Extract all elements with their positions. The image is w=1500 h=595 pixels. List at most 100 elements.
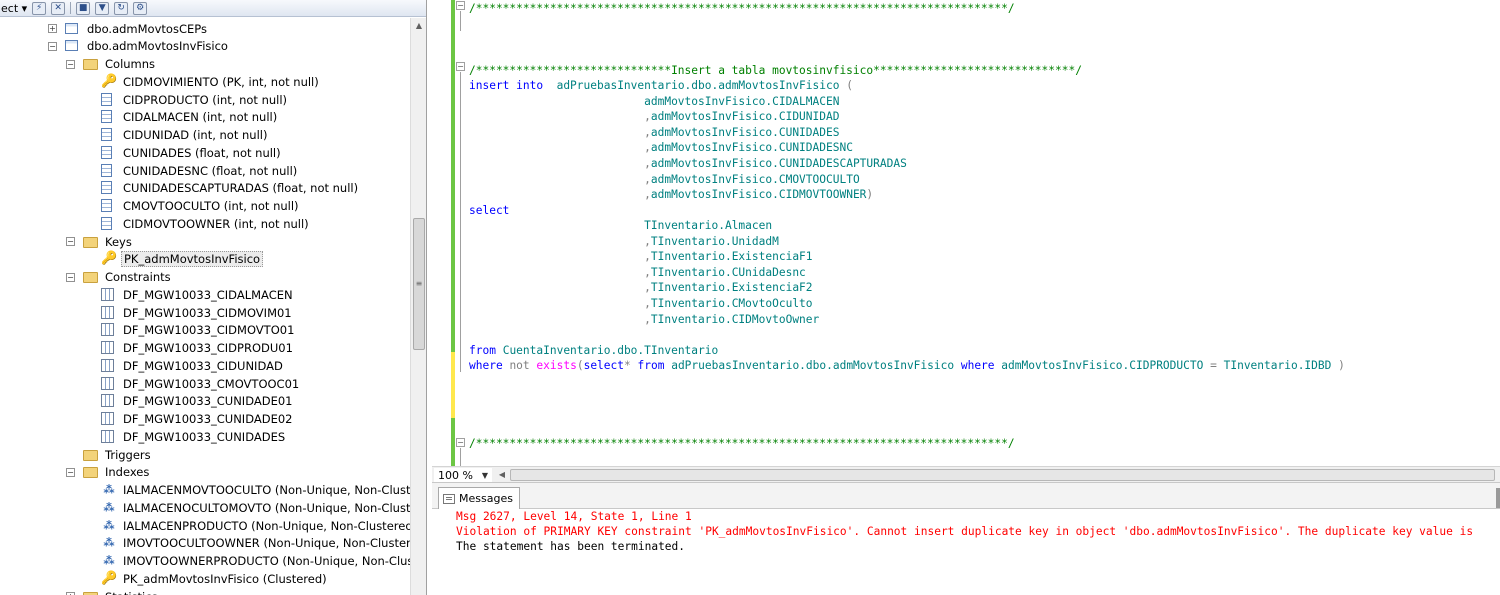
tree-node[interactable]: 🔑 CIDMOVIMIENTO (PK, int, not null) xyxy=(84,73,321,90)
code-line[interactable]: ,TInventario.CIDMovtoOwner xyxy=(469,312,819,327)
tree-node[interactable]: CIDALMACEN (int, not null) xyxy=(84,109,279,126)
tree-node[interactable]: DF_MGW10033_CIDALMACEN xyxy=(84,286,295,303)
tree-node[interactable]: +Statistics xyxy=(66,588,160,595)
tree-node[interactable]: DF_MGW10033_CIDMOVTO01 xyxy=(84,322,296,339)
code-line[interactable]: /*****************************Insert a t… xyxy=(469,63,1082,78)
error-message-line: Violation of PRIMARY KEY constraint 'PK_… xyxy=(456,525,1474,538)
schema-icon[interactable]: ⚙ xyxy=(133,1,148,15)
query-editor[interactable]: − − − /*********************************… xyxy=(432,0,1500,466)
tree-node-label: CIDMOVTOOWNER (int, not null) xyxy=(123,216,309,231)
tree-node[interactable]: DF_MGW10033_CUNIDADE01 xyxy=(84,393,294,410)
collapse-region-icon[interactable]: − xyxy=(456,62,465,71)
code-line[interactable]: where not exists(select* from adPruebasI… xyxy=(469,358,1345,373)
collapse-region-icon[interactable]: − xyxy=(456,438,465,447)
code-line[interactable]: insert into adPruebasInventario.dbo.admM… xyxy=(469,78,853,93)
collapse-icon[interactable]: − xyxy=(66,467,75,477)
collapse-icon[interactable]: − xyxy=(66,272,75,282)
messages-output[interactable]: Msg 2627, Level 14, State 1, Line 1 Viola… xyxy=(456,509,1496,554)
column-icon xyxy=(101,199,117,213)
code-line[interactable]: from CuentaInventario.dbo.TInventario xyxy=(469,343,718,358)
code-line[interactable]: select xyxy=(469,203,509,218)
index-icon: ⁂ xyxy=(103,554,115,567)
tree-node[interactable]: ⁂ IALMACENOCULTOMOVTO (Non-Unique, Non-Cl… xyxy=(84,499,424,516)
tree-node[interactable]: − Indexes xyxy=(66,464,151,481)
code-line[interactable]: /***************************************… xyxy=(469,1,1015,16)
code-line[interactable]: ,admMovtosInvFisico.CUNIDADESCAPTURADAS xyxy=(469,156,907,171)
zoom-dropdown[interactable]: 100 % ▼ xyxy=(434,468,492,482)
tree-node[interactable]: DF_MGW10033_CIDUNIDAD xyxy=(84,357,285,374)
index-icon: ⁂ xyxy=(103,483,115,496)
tab-messages[interactable]: Messages xyxy=(438,487,520,509)
tree-node[interactable]: ⁂ IALMACENMOVTOOCULTO (Non-Unique, Non-Cl… xyxy=(84,482,424,499)
tree-node[interactable]: CIDMOVTOOWNER (int, not null) xyxy=(84,215,311,232)
constraint-icon xyxy=(101,376,117,391)
collapse-region-icon[interactable]: − xyxy=(456,1,465,10)
code-line[interactable]: admMovtosInvFisico.CIDALMACEN xyxy=(469,94,839,109)
refresh-icon[interactable]: ↻ xyxy=(114,1,129,15)
tree-node-label: CMOVTOOCULTO (int, not null) xyxy=(123,199,299,213)
tree-node[interactable]: − Columns xyxy=(66,56,157,73)
horizontal-scrollbar[interactable]: ◀ xyxy=(494,467,1500,483)
tree-node[interactable]: ⁂ IALMACENPRODUCTO (Non-Unique, Non-Clust… xyxy=(84,517,419,534)
tree-node[interactable]: ⁂ IMOVTOOCULTOOWNER (Non-Unique, Non-Clus… xyxy=(84,535,426,552)
tree-node[interactable]: DF_MGW10033_CIDPRODU01 xyxy=(84,340,295,357)
tree-node[interactable]: 🔑 PK_admMovtosInvFisico (Clustered) xyxy=(84,570,329,587)
tree-node[interactable]: DF_MGW10033_CMOVTOOC01 xyxy=(84,375,301,392)
code-line[interactable]: TInventario.Almacen xyxy=(469,218,772,233)
tree-node[interactable]: − Constraints xyxy=(66,269,173,286)
code-line[interactable]: ,admMovtosInvFisico.CIDUNIDAD xyxy=(469,109,839,124)
scroll-left-icon[interactable]: ◀ xyxy=(494,467,510,483)
disconnect-icon[interactable]: ✕ xyxy=(51,1,66,15)
key-icon: 🔑 xyxy=(101,73,118,89)
tree-node-label: IMOVTOOWNERPRODUCTO (Non-Unique, Non-Clu… xyxy=(123,554,427,568)
scroll-thumb[interactable]: ≡ xyxy=(413,218,425,350)
tree-node[interactable]: − dbo.admMovtosInvFisico xyxy=(48,38,230,55)
code-text[interactable]: /***************************************… xyxy=(469,0,1500,466)
stop-icon[interactable]: ■ xyxy=(76,1,91,15)
tree-node[interactable]: CIDUNIDAD (int, not null) xyxy=(84,127,269,144)
tree-node-label: IALMACENOCULTOMOVTO (Non-Unique, Non-Clu… xyxy=(123,500,423,515)
code-token: , xyxy=(644,312,651,326)
code-line[interactable]: ,admMovtosInvFisico.CIDMOVTOOWNER) xyxy=(469,187,873,202)
connect-dropdown[interactable]: ect ▾ xyxy=(0,2,27,15)
expand-icon[interactable]: + xyxy=(48,24,57,33)
tree-node[interactable]: − Keys xyxy=(66,233,134,250)
tree-node[interactable]: CUNIDADESNC (float, not null) xyxy=(84,162,299,179)
object-explorer-scrollbar[interactable]: ▲ ≡ xyxy=(410,18,426,595)
filter-icon[interactable]: ▼ xyxy=(95,1,110,15)
messages-icon xyxy=(443,493,455,504)
code-line[interactable]: ,TInventario.UnidadM xyxy=(469,234,779,249)
tree-node[interactable]: ⁂ IMOVTOOWNERPRODUCTO (Non-Unique, Non-Cl… xyxy=(84,553,427,570)
code-line[interactable]: ,TInventario.CUnidaDesnc xyxy=(469,265,806,280)
tree-node[interactable]: DF_MGW10033_CUNIDADES xyxy=(84,428,287,445)
tree-node[interactable]: + dbo.admMovtosCEPs xyxy=(48,20,209,37)
tree-node[interactable]: CUNIDADESCAPTURADAS (float, not null) xyxy=(84,180,360,197)
change-bar-saved xyxy=(451,60,455,352)
code-line[interactable]: ,TInventario.ExistenciaF1 xyxy=(469,249,812,264)
tree-node-label: PK_admMovtosInvFisico (Clustered) xyxy=(123,571,327,586)
code-line[interactable]: ,TInventario.ExistenciaF2 xyxy=(469,280,812,295)
constraint-icon xyxy=(101,305,117,320)
tree-node[interactable]: CUNIDADES (float, not null) xyxy=(84,144,283,161)
tree-node[interactable]: 🔑 PK_admMovtosInvFisico xyxy=(84,251,264,268)
code-line[interactable]: /***************************************… xyxy=(469,436,1015,451)
code-line[interactable]: ,TInventario.CMovtoOculto xyxy=(469,296,812,311)
constraint-icon xyxy=(101,394,117,408)
connect-icon[interactable]: ⚡ xyxy=(32,1,47,15)
tree-node[interactable]: CIDPRODUCTO (int, not null) xyxy=(84,91,289,108)
tree-node[interactable]: DF_MGW10033_CUNIDADE02 xyxy=(84,411,294,428)
tree-node[interactable]: CMOVTOOCULTO (int, not null) xyxy=(84,198,301,215)
collapse-icon[interactable]: − xyxy=(48,41,57,51)
tree-node[interactable]: DF_MGW10033_CIDMOVIM01 xyxy=(84,304,294,321)
collapse-icon[interactable]: − xyxy=(66,237,75,246)
code-line[interactable]: ,admMovtosInvFisico.CUNIDADESNC xyxy=(469,140,853,155)
code-line[interactable]: ,admMovtosInvFisico.CUNIDADES xyxy=(469,125,839,140)
tree-node[interactable]: Triggers xyxy=(66,446,153,463)
collapse-icon[interactable]: − xyxy=(66,59,75,69)
code-line[interactable]: ,admMovtosInvFisico.CMOVTOOCULTO xyxy=(469,172,860,187)
scroll-up-icon[interactable]: ▲ xyxy=(411,18,426,34)
horizontal-scroll-thumb[interactable] xyxy=(510,469,1495,481)
